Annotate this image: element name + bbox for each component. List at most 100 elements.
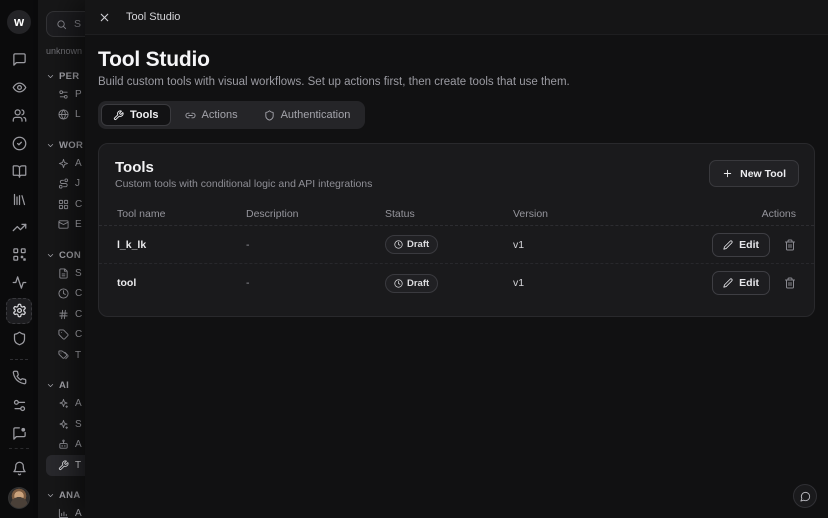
- sparkle-icon: [58, 158, 69, 169]
- section-label: ANA: [59, 490, 80, 501]
- close-button[interactable]: [98, 11, 111, 24]
- status-badge: Draft: [385, 235, 438, 254]
- workspace-label: unknown: [46, 46, 85, 56]
- wrench-icon: [113, 110, 124, 121]
- status-badge: Draft: [385, 274, 438, 293]
- page-title: Tool Studio: [98, 48, 815, 72]
- rail-item-growth[interactable]: [6, 214, 32, 240]
- tag-icon: [58, 329, 69, 340]
- chevron-down-icon: [46, 72, 55, 81]
- section-header[interactable]: AI: [46, 378, 85, 394]
- trash-icon: [784, 277, 796, 289]
- trending-up-icon: [12, 220, 27, 235]
- sidebar-item[interactable]: T: [46, 345, 85, 366]
- sidebar-search-input[interactable]: S: [46, 11, 85, 37]
- panel-header: Tool Studio: [85, 0, 828, 35]
- item-label: T: [75, 460, 81, 471]
- item-label: J: [75, 178, 80, 189]
- sidebar-item[interactable]: A: [46, 394, 85, 415]
- sidebar-item[interactable]: A: [46, 504, 85, 518]
- sidebar-item[interactable]: C: [46, 325, 85, 346]
- edit-button[interactable]: Edit: [712, 233, 770, 257]
- column-header-version: Version: [513, 208, 684, 220]
- sidebar-item[interactable]: S: [46, 414, 85, 435]
- rail-item-qr[interactable]: [6, 242, 32, 268]
- new-tool-button[interactable]: New Tool: [709, 160, 799, 187]
- workspace-logo[interactable]: w: [7, 10, 31, 34]
- column-header-name: Tool name: [117, 208, 246, 220]
- edit-button[interactable]: Edit: [712, 271, 770, 295]
- rail-item-tasks[interactable]: [6, 131, 32, 157]
- rail-item-knowledge[interactable]: [6, 158, 32, 184]
- tab-actions[interactable]: Actions: [173, 104, 250, 126]
- shield-icon: [12, 331, 27, 346]
- sidebar-item[interactable]: A: [46, 435, 85, 456]
- user-avatar[interactable]: [8, 487, 30, 509]
- section-header[interactable]: CON: [46, 247, 85, 263]
- chevron-down-icon: [46, 251, 55, 260]
- column-header-status: Status: [385, 208, 513, 220]
- sidebar-item[interactable]: C: [46, 284, 85, 305]
- rail-item-contacts[interactable]: [6, 103, 32, 129]
- sidebar-item[interactable]: C: [46, 194, 85, 215]
- globe-icon: [58, 109, 69, 120]
- sidebar-item[interactable]: C: [46, 304, 85, 325]
- section-header[interactable]: PER: [46, 68, 85, 84]
- tab-label: Actions: [202, 109, 238, 121]
- rail-item-activity[interactable]: [6, 270, 32, 296]
- rail-item-visibility[interactable]: [6, 75, 32, 101]
- edit-label: Edit: [739, 277, 759, 289]
- tab-bar: Tools Actions Authentication: [98, 101, 365, 129]
- clock-icon: [394, 279, 403, 288]
- sidebar-item[interactable]: A: [46, 153, 85, 174]
- item-label: C: [75, 309, 82, 320]
- section-header[interactable]: WOR: [46, 137, 85, 153]
- phone-icon: [12, 370, 27, 385]
- tab-tools[interactable]: Tools: [101, 104, 171, 126]
- rail-item-feedback[interactable]: [6, 420, 32, 446]
- clock-icon: [58, 288, 69, 299]
- rail-item-conversations[interactable]: [6, 47, 32, 73]
- sidebar-item[interactable]: E: [46, 215, 85, 236]
- sidebar-item[interactable]: J: [46, 174, 85, 195]
- sidebar-item[interactable]: L: [46, 105, 85, 126]
- sidebar-section-ai: AI A S A T: [46, 378, 85, 476]
- item-label: S: [75, 419, 82, 430]
- rail-item-flows[interactable]: [6, 392, 32, 418]
- activity-icon: [12, 275, 27, 290]
- section-header[interactable]: ANA: [46, 488, 85, 504]
- rail-item-notifications[interactable]: [6, 455, 32, 481]
- bar-chart-icon: [58, 508, 69, 518]
- rail-item-settings[interactable]: [6, 298, 32, 324]
- chevron-down-icon: [46, 381, 55, 390]
- sliders-icon: [12, 398, 27, 413]
- sidebar-item[interactable]: P: [46, 84, 85, 105]
- search-icon: [56, 19, 67, 30]
- rail-item-library[interactable]: [6, 186, 32, 212]
- delete-button[interactable]: [784, 239, 796, 251]
- help-chat-button[interactable]: [793, 484, 817, 508]
- rail-divider: [10, 359, 28, 360]
- item-label: L: [75, 109, 81, 120]
- section-label: WOR: [59, 140, 83, 151]
- sidebar-item[interactable]: S: [46, 263, 85, 284]
- item-label: T: [75, 350, 81, 361]
- sparkles-icon: [58, 398, 69, 409]
- rail-item-security[interactable]: [6, 326, 32, 352]
- card-subtitle: Custom tools with conditional logic and …: [99, 176, 814, 190]
- library-icon: [12, 192, 27, 207]
- bell-icon: [12, 461, 27, 476]
- column-header-description: Description: [246, 208, 385, 220]
- mail-icon: [58, 219, 69, 230]
- pencil-icon: [723, 240, 733, 250]
- sidebar-item-tool-studio[interactable]: T: [46, 455, 85, 476]
- delete-button[interactable]: [784, 277, 796, 289]
- circle-check-icon: [12, 136, 27, 151]
- search-placeholder: S: [74, 18, 81, 30]
- bot-icon: [58, 439, 69, 450]
- rail-item-phone[interactable]: [6, 365, 32, 391]
- page-description: Build custom tools with visual workflows…: [98, 76, 815, 88]
- tab-authentication[interactable]: Authentication: [252, 104, 363, 126]
- card-title: Tools: [99, 144, 814, 176]
- trash-icon: [784, 239, 796, 251]
